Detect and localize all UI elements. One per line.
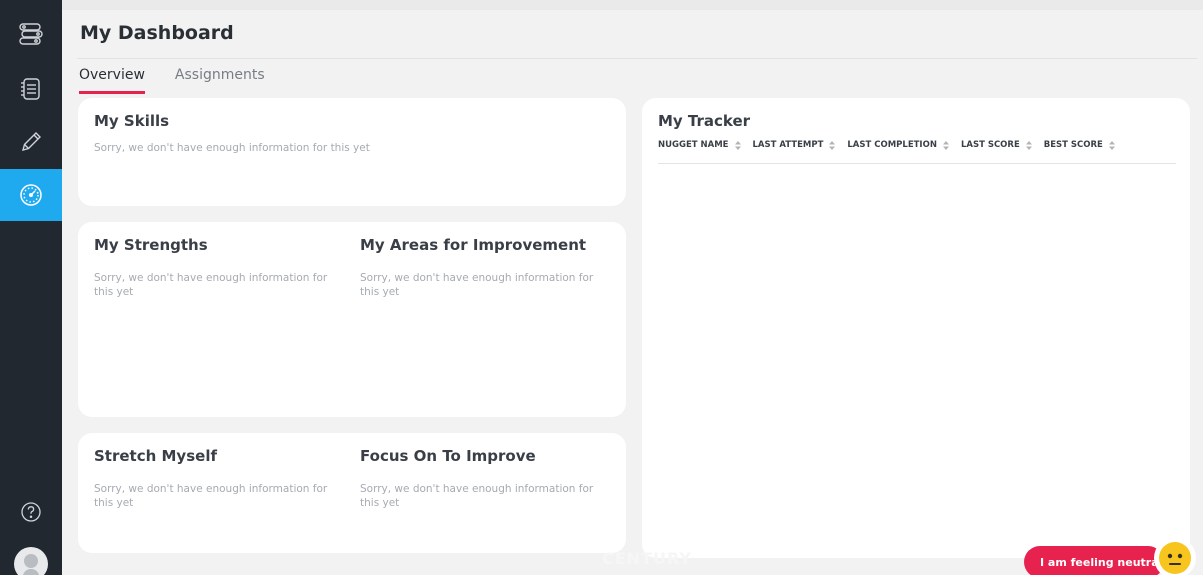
- main-content: My Dashboard Overview Assignments My Ski…: [62, 0, 1203, 575]
- sort-icon: [942, 140, 949, 150]
- column-header-last-completion[interactable]: LAST COMPLETION: [847, 140, 949, 150]
- column-header-last-score[interactable]: LAST SCORE: [961, 140, 1032, 150]
- tracker-table-header: NUGGET NAME LAST ATTEMPT LAST COMPLETION…: [658, 140, 1176, 164]
- nav-pathway-button[interactable]: [0, 8, 62, 60]
- tracker-title: My Tracker: [658, 112, 751, 130]
- tab-assignments[interactable]: Assignments: [175, 67, 265, 94]
- stretch-message: Sorry, we don't have enough information …: [94, 483, 328, 509]
- neutral-face-icon: [1159, 542, 1191, 574]
- sort-icon: [734, 140, 741, 150]
- mood-label: I am feeling neutral: [1040, 555, 1163, 569]
- tab-bar: Overview Assignments: [79, 67, 265, 94]
- skills-title: My Skills: [94, 112, 170, 130]
- strengths-message: Sorry, we don't have enough information …: [94, 272, 328, 298]
- nav-dashboard-button[interactable]: [0, 169, 62, 221]
- mood-face-button[interactable]: [1154, 537, 1196, 575]
- tab-overview[interactable]: Overview: [79, 67, 145, 94]
- help-button[interactable]: [0, 486, 62, 538]
- pencil-icon: [22, 132, 41, 151]
- tracker-card: My Tracker NUGGET NAME LAST ATTEMPT LAST…: [642, 98, 1190, 558]
- stretch-title: Stretch Myself: [94, 447, 217, 465]
- column-header-label: LAST ATTEMPT: [752, 140, 824, 150]
- title-divider: [77, 58, 1197, 59]
- column-header-label: BEST SCORE: [1043, 140, 1103, 150]
- nav-study-button[interactable]: [0, 116, 62, 168]
- strengths-improvement-card: My Strengths Sorry, we don't have enough…: [78, 222, 626, 417]
- mood-button[interactable]: I am feeling neutral: [1024, 546, 1164, 575]
- avatar-icon: [14, 547, 48, 575]
- column-header-label: LAST COMPLETION: [847, 140, 937, 150]
- sidebar: [0, 0, 62, 575]
- column-header-last-attempt[interactable]: LAST ATTEMPT: [753, 140, 836, 150]
- sort-icon: [1108, 140, 1115, 150]
- focus-message: Sorry, we don't have enough information …: [360, 483, 594, 509]
- pathway-icon: [19, 23, 43, 45]
- column-header-nugget-name[interactable]: NUGGET NAME: [658, 140, 741, 150]
- dashboard-gauge-icon: [20, 184, 42, 206]
- page-title: My Dashboard: [80, 22, 234, 44]
- column-header-label: NUGGET NAME: [658, 140, 729, 150]
- sort-icon: [829, 140, 836, 150]
- column-header-label: LAST SCORE: [960, 140, 1020, 150]
- footer-brand-logo: CENTURY: [602, 549, 692, 568]
- strengths-title: My Strengths: [94, 236, 208, 254]
- skills-card: My Skills Sorry, we don't have enough in…: [78, 98, 626, 206]
- user-avatar-button[interactable]: [0, 538, 62, 575]
- help-icon: [21, 502, 41, 522]
- sort-icon: [1025, 140, 1032, 150]
- top-strip: [62, 0, 1203, 10]
- improvement-message: Sorry, we don't have enough information …: [360, 272, 594, 298]
- column-header-best-score[interactable]: BEST SCORE: [1044, 140, 1115, 150]
- courses-list-icon: [21, 78, 40, 100]
- stretch-focus-card: Stretch Myself Sorry, we don't have enou…: [78, 433, 626, 553]
- nav-courses-button[interactable]: [0, 63, 62, 115]
- improvement-title: My Areas for Improvement: [360, 236, 587, 254]
- skills-message: Sorry, we don't have enough information …: [94, 142, 370, 154]
- focus-title: Focus On To Improve: [360, 447, 536, 465]
